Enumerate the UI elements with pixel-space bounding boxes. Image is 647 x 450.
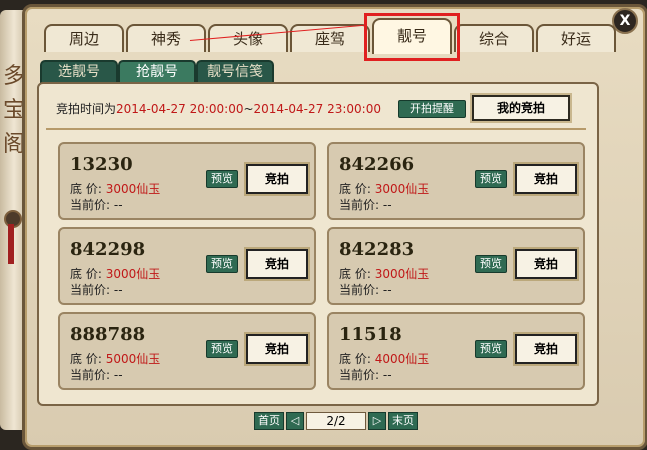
preview-button[interactable]: 预览 — [206, 255, 238, 273]
subtab-choose[interactable]: 选靓号 — [40, 60, 118, 84]
tab-shenxiu[interactable]: 神秀 — [126, 24, 206, 52]
preview-button[interactable]: 预览 — [475, 340, 507, 358]
preview-button[interactable]: 预览 — [475, 170, 507, 188]
bid-button[interactable]: 竞拍 — [515, 164, 577, 194]
number-card: 13230 底 价: 3000仙玉 当前价: -- 预览 竞拍 — [58, 142, 316, 220]
current-price-row: 当前价: -- — [339, 368, 392, 382]
subtab-grab[interactable]: 抢靓号 — [118, 60, 196, 84]
time-prefix: 竞拍时间为 — [56, 102, 117, 116]
highlight-box — [364, 13, 460, 61]
base-price-row: 底 价: 3000仙玉 — [70, 267, 161, 281]
card-number: 842266 — [339, 154, 415, 175]
card-number: 842298 — [70, 239, 146, 260]
number-card: 11518 底 价: 4000仙玉 当前价: -- 预览 竞拍 — [327, 312, 585, 390]
tab-zhoubian[interactable]: 周边 — [44, 24, 124, 52]
card-number: 842283 — [339, 239, 415, 260]
tassel — [8, 224, 14, 264]
auction-time: 竞拍时间为2014-04-27 20:00:00~2014-04-27 23:0… — [56, 100, 381, 117]
current-price-row: 当前价: -- — [70, 368, 123, 382]
card-number: 888788 — [70, 324, 146, 345]
number-card: 842298 底 价: 3000仙玉 当前价: -- 预览 竞拍 — [58, 227, 316, 305]
current-price-row: 当前价: -- — [339, 198, 392, 212]
card-number: 11518 — [339, 324, 402, 345]
bid-button[interactable]: 竞拍 — [246, 334, 308, 364]
current-price-row: 当前价: -- — [70, 283, 123, 297]
base-price-row: 底 价: 3000仙玉 — [70, 182, 161, 196]
tab-haoyun[interactable]: 好运 — [536, 24, 616, 52]
number-card: 888788 底 价: 5000仙玉 当前价: -- 预览 竞拍 — [58, 312, 316, 390]
bid-button[interactable]: 竞拍 — [246, 249, 308, 279]
number-card: 842266 底 价: 3000仙玉 当前价: -- 预览 竞拍 — [327, 142, 585, 220]
time-end: 2014-04-27 23:00:00 — [253, 102, 381, 116]
base-price-row: 底 价: 3000仙玉 — [339, 267, 430, 281]
current-price-row: 当前价: -- — [70, 198, 123, 212]
tab-zonghe[interactable]: 综合 — [454, 24, 534, 52]
first-page-button[interactable]: 首页 — [254, 412, 284, 430]
bid-button[interactable]: 竞拍 — [246, 164, 308, 194]
next-page-button[interactable]: ▷ — [368, 412, 386, 430]
prev-page-button[interactable]: ◁ — [286, 412, 304, 430]
number-card: 842283 底 价: 3000仙玉 当前价: -- 预览 竞拍 — [327, 227, 585, 305]
window-frame: 多宝阁 X 周边 神秀 头像 座驾 靓号 综合 好运 选靓号 抢靓号 靓号信笺 … — [0, 0, 647, 450]
current-price-row: 当前价: -- — [339, 283, 392, 297]
page-indicator: 2/2 — [306, 412, 366, 430]
remind-button[interactable]: 开拍提醒 — [398, 100, 466, 118]
base-price-row: 底 价: 3000仙玉 — [339, 182, 430, 196]
time-start: 2014-04-27 20:00:00 — [116, 102, 244, 116]
my-bid-button[interactable]: 我的竞拍 — [472, 95, 570, 121]
preview-button[interactable]: 预览 — [206, 340, 238, 358]
preview-button[interactable]: 预览 — [206, 170, 238, 188]
time-sep: ~ — [243, 102, 254, 116]
preview-button[interactable]: 预览 — [475, 255, 507, 273]
base-price-row: 底 价: 4000仙玉 — [339, 352, 430, 366]
subtab-letter[interactable]: 靓号信笺 — [196, 60, 274, 84]
bid-button[interactable]: 竞拍 — [515, 249, 577, 279]
last-page-button[interactable]: 末页 — [388, 412, 418, 430]
bid-button[interactable]: 竞拍 — [515, 334, 577, 364]
card-number: 13230 — [70, 154, 133, 175]
divider — [46, 128, 586, 130]
base-price-row: 底 价: 5000仙玉 — [70, 352, 161, 366]
